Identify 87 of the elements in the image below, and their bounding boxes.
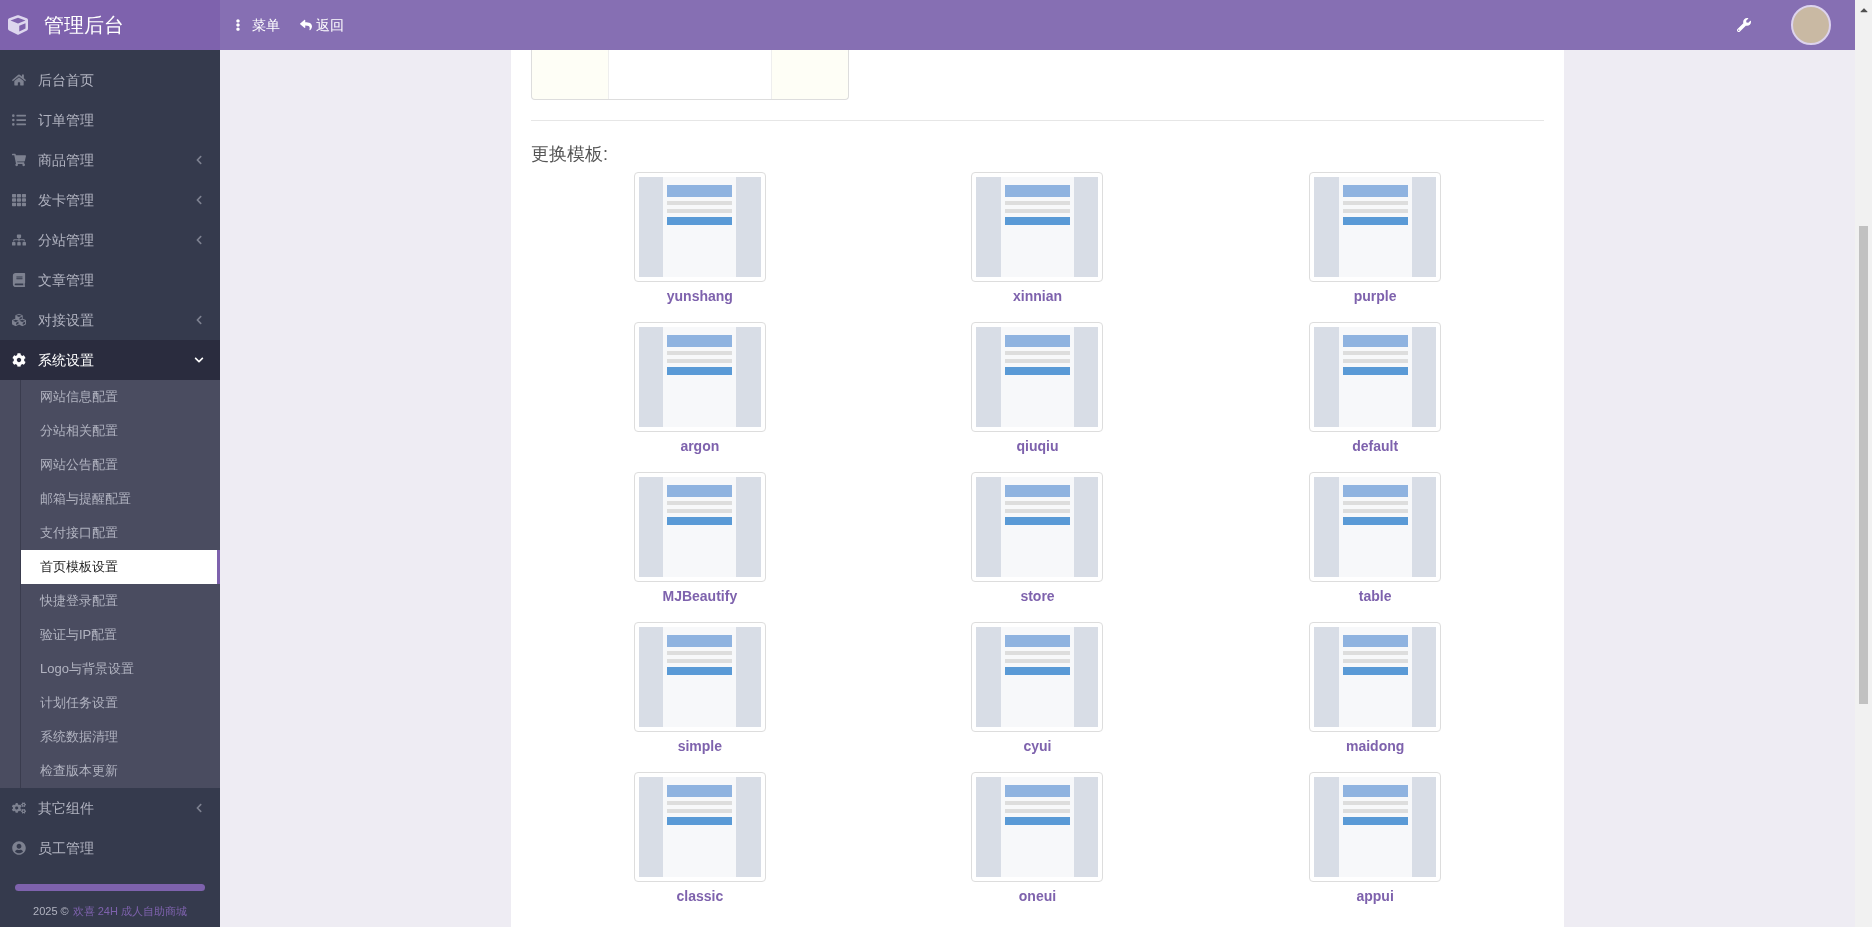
template-name: purple [1353, 287, 1397, 306]
sidebar-item[interactable]: 分站管理 [0, 220, 220, 260]
template-name: cyui [1023, 737, 1052, 756]
sidebar-item[interactable]: 员工管理 [0, 828, 220, 868]
settings-icon [12, 353, 26, 367]
sidebar-item[interactable]: 发卡管理 [0, 180, 220, 220]
template-option[interactable]: appui [1206, 772, 1544, 922]
submenu-item[interactable]: 系统数据清理 [20, 720, 220, 754]
sidebar-label: 员工管理 [38, 838, 95, 858]
sidebar-label: 订单管理 [38, 110, 95, 130]
template-name: table [1358, 587, 1392, 606]
copyright-year: 2025 © [33, 903, 69, 919]
template-option[interactable]: simple [531, 622, 869, 772]
sidebar-item[interactable]: 商品管理 [0, 140, 220, 180]
back-button[interactable]: 返回 [300, 14, 344, 36]
template-option[interactable]: MJBeautify [531, 472, 869, 622]
chevron-left-icon [194, 155, 204, 165]
grid-icon [12, 193, 26, 207]
chevron-down-icon [194, 355, 204, 365]
template-name: simple [677, 737, 722, 756]
chevron-left-icon [194, 315, 204, 325]
template-name: argon [680, 437, 720, 456]
sitemap-icon [12, 233, 26, 247]
sidebar-item[interactable]: 文章管理 [0, 260, 220, 300]
template-option[interactable]: table [1206, 472, 1544, 622]
template-option[interactable]: oneui [868, 772, 1207, 922]
gears-icon [12, 801, 26, 815]
sidebar-label: 后台首页 [38, 70, 95, 90]
submenu-item[interactable]: 检查版本更新 [20, 754, 220, 788]
template-name: MJBeautify [662, 587, 738, 606]
cube-icon [8, 15, 28, 35]
submenu-item[interactable]: 首页模板设置 [20, 550, 220, 584]
submenu-item[interactable]: 验证与IP配置 [20, 618, 220, 652]
sidebar-label: 文章管理 [38, 270, 95, 290]
chevron-left-icon [194, 235, 204, 245]
menu-button[interactable]: 菜单 [232, 14, 280, 36]
template-name: xinnian [1013, 287, 1062, 306]
brand-title: 管理后台 [44, 13, 124, 38]
template-name: default [1352, 437, 1399, 456]
cart-icon [12, 153, 26, 167]
submenu-item[interactable]: 分站相关配置 [20, 414, 220, 448]
template-option[interactable]: yunshang [531, 172, 869, 322]
template-option[interactable]: qiuqiu [868, 322, 1207, 472]
submenu-item[interactable]: 网站信息配置 [20, 380, 220, 414]
user-icon [12, 841, 26, 855]
avatar[interactable] [1791, 5, 1831, 45]
chevron-left-icon [194, 803, 204, 813]
settings-icon[interactable] [1737, 18, 1751, 32]
template-option[interactable]: classic [531, 772, 869, 922]
template-option[interactable]: maidong [1206, 622, 1544, 772]
submenu-item[interactable]: 计划任务设置 [20, 686, 220, 720]
template-option[interactable]: xinnian [868, 172, 1207, 322]
template-option[interactable]: store [868, 472, 1207, 622]
template-option[interactable]: cyui [868, 622, 1207, 772]
chevron-left-icon [194, 195, 204, 205]
sidebar-item[interactable]: 后台首页 [0, 60, 220, 100]
template-name: appui [1356, 887, 1394, 906]
template-name: oneui [1018, 887, 1057, 906]
template-name: qiuqiu [1016, 437, 1059, 456]
sidebar-item[interactable]: 系统设置 [0, 340, 220, 380]
submenu-item[interactable]: 快捷登录配置 [20, 584, 220, 618]
section-title: 更换模板: [531, 143, 609, 166]
submenu-item[interactable]: 网站公告配置 [20, 448, 220, 482]
scrollbar-thumb[interactable] [1859, 226, 1868, 704]
template-option[interactable]: purple [1206, 172, 1544, 322]
sidebar-item[interactable]: 对接设置 [0, 300, 220, 340]
sidebar-label: 发卡管理 [38, 190, 95, 210]
sidebar-item[interactable]: 其它组件 [0, 788, 220, 828]
template-name: maidong [1346, 737, 1405, 756]
book-icon [12, 273, 26, 287]
list-icon [12, 113, 26, 127]
reply-icon [300, 19, 312, 31]
home-icon [12, 73, 26, 87]
template-name: classic [676, 887, 724, 906]
submenu-item[interactable]: Logo与背景设置 [20, 652, 220, 686]
template-option[interactable]: default [1206, 322, 1544, 472]
submenu-item[interactable]: 邮箱与提醒配置 [20, 482, 220, 516]
template-name: yunshang [666, 287, 733, 306]
sidebar-label: 对接设置 [38, 310, 95, 330]
template-name: store [1020, 587, 1055, 606]
cubes-icon [12, 313, 26, 327]
sidebar-label: 系统设置 [38, 350, 95, 370]
template-option[interactable]: argon [531, 322, 869, 472]
sidebar-label: 分站管理 [38, 230, 95, 250]
sidebar-label: 商品管理 [38, 150, 95, 170]
sidebar-item[interactable]: 订单管理 [0, 100, 220, 140]
sidebar-label: 其它组件 [38, 798, 95, 818]
